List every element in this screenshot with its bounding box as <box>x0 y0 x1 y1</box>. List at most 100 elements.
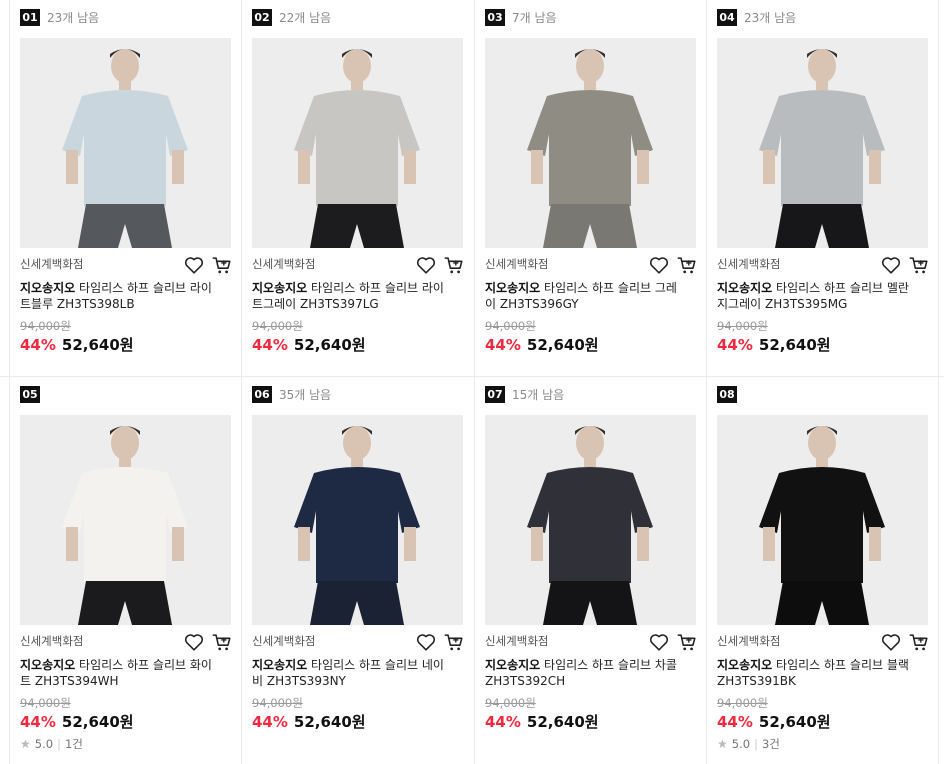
heart-icon[interactable] <box>880 254 902 276</box>
card-actions <box>880 631 930 653</box>
stock-remaining: 35개 남음 <box>279 388 332 402</box>
original-price: 94,000원 <box>252 696 303 710</box>
store-name: 신세계백화점 <box>485 634 549 648</box>
store-name: 신세계백화점 <box>485 257 549 271</box>
stock-remaining: 23개 남음 <box>744 11 797 25</box>
heart-icon[interactable] <box>415 631 437 653</box>
model-photo <box>20 415 231 625</box>
original-price: 94,000원 <box>485 696 536 710</box>
price-row: 44% 52,640원 <box>717 334 831 355</box>
model-photo <box>252 415 463 625</box>
store-name: 신세계백화점 <box>20 634 84 648</box>
model-photo <box>717 38 928 248</box>
rank-badge: 08 <box>717 386 737 403</box>
product-image[interactable] <box>717 38 928 248</box>
stock-remaining: 22개 남음 <box>279 11 332 25</box>
product-card[interactable]: 06 35개 남음 신세계백화점 지오송지오 타임리스 하프 슬리브 네이비 Z… <box>241 377 473 755</box>
discount-rate: 44% <box>20 713 56 731</box>
price-row: 44% 52,640원 <box>717 711 831 732</box>
heart-icon[interactable] <box>648 631 670 653</box>
brand-name: 지오송지오 <box>20 281 76 295</box>
product-grid: 01 23개 남음 신세계백화점 지오송지오 타임리스 하프 슬리브 라이트블루… <box>0 0 944 764</box>
discount-rate: 44% <box>717 336 753 354</box>
cart-icon[interactable] <box>211 254 233 276</box>
product-card[interactable]: 01 23개 남음 신세계백화점 지오송지오 타임리스 하프 슬리브 라이트블루… <box>9 0 241 378</box>
product-image[interactable] <box>485 415 696 625</box>
divider <box>938 0 939 764</box>
sale-price: 52,640원 <box>293 713 366 731</box>
product-image[interactable] <box>485 38 696 248</box>
discount-rate: 44% <box>252 713 288 731</box>
product-name[interactable]: 지오송지오 타임리스 하프 슬리브 멜란지그레이 ZH3TS395MG <box>717 280 917 312</box>
star-icon: ★ <box>717 737 728 751</box>
heart-icon[interactable] <box>183 631 205 653</box>
brand-name: 지오송지오 <box>20 658 76 672</box>
discount-rate: 44% <box>717 713 753 731</box>
product-name[interactable]: 지오송지오 타임리스 하프 슬리브 네이비 ZH3TS393NY <box>252 657 452 689</box>
rating-separator: | <box>57 737 61 751</box>
product-image[interactable] <box>252 415 463 625</box>
price-row: 44% 52,640원 <box>485 334 599 355</box>
product-card[interactable]: 02 22개 남음 신세계백화점 지오송지오 타임리스 하프 슬리브 라이트그레… <box>241 0 473 378</box>
cart-icon[interactable] <box>676 631 698 653</box>
product-image[interactable] <box>252 38 463 248</box>
store-name: 신세계백화점 <box>20 257 84 271</box>
original-price: 94,000원 <box>717 696 768 710</box>
rank-badge: 04 <box>717 9 737 26</box>
price-row: 44% 52,640원 <box>252 334 366 355</box>
heart-icon[interactable] <box>183 254 205 276</box>
star-icon: ★ <box>20 737 31 751</box>
cart-icon[interactable] <box>211 631 233 653</box>
rating-separator: | <box>754 737 758 751</box>
product-name[interactable]: 지오송지오 타임리스 하프 슬리브 차콜 ZH3TS392CH <box>485 657 685 689</box>
rank-badge: 07 <box>485 386 505 403</box>
product-image[interactable] <box>20 38 231 248</box>
product-image[interactable] <box>20 415 231 625</box>
product-name[interactable]: 지오송지오 타임리스 하프 슬리브 라이트블루 ZH3TS398LB <box>20 280 220 312</box>
card-actions <box>415 254 465 276</box>
store-name: 신세계백화점 <box>717 257 781 271</box>
product-card[interactable]: 04 23개 남음 신세계백화점 지오송지오 타임리스 하프 슬리브 멜란지그레… <box>706 0 938 378</box>
cart-icon[interactable] <box>908 631 930 653</box>
heart-icon[interactable] <box>880 631 902 653</box>
sale-price: 52,640원 <box>293 336 366 354</box>
stock-remaining: 7개 남음 <box>512 11 557 25</box>
rank-badge: 06 <box>252 386 272 403</box>
store-name: 신세계백화점 <box>252 257 316 271</box>
model-photo <box>485 415 696 625</box>
rating: ★ 5.0 | 1건 <box>20 736 83 752</box>
review-count: 1건 <box>64 737 83 751</box>
rating-score: 5.0 <box>731 737 751 751</box>
product-card[interactable]: 08 신세계백화점 지오송지오 타임리스 하프 슬리브 블랙 ZH3TS391B… <box>706 377 938 755</box>
product-name[interactable]: 지오송지오 타임리스 하프 슬리브 그레이 ZH3TS396GY <box>485 280 685 312</box>
model-photo <box>717 415 928 625</box>
model-photo <box>20 38 231 248</box>
original-price: 94,000원 <box>20 696 71 710</box>
cart-icon[interactable] <box>443 254 465 276</box>
rank-badge: 01 <box>20 9 40 26</box>
product-image[interactable] <box>717 415 928 625</box>
discount-rate: 44% <box>20 336 56 354</box>
cart-icon[interactable] <box>443 631 465 653</box>
stock-remaining: 15개 남음 <box>512 388 565 402</box>
product-name[interactable]: 지오송지오 타임리스 하프 슬리브 블랙 ZH3TS391BK <box>717 657 917 689</box>
card-actions <box>415 631 465 653</box>
sale-price: 52,640원 <box>758 336 831 354</box>
discount-rate: 44% <box>485 713 521 731</box>
product-card[interactable]: 05 신세계백화점 지오송지오 타임리스 하프 슬리브 화이트 ZH3TS394… <box>9 377 241 755</box>
price-row: 44% 52,640원 <box>20 334 134 355</box>
heart-icon[interactable] <box>415 254 437 276</box>
product-card[interactable]: 03 7개 남음 신세계백화점 지오송지오 타임리스 하프 슬리브 그레이 ZH… <box>474 0 706 378</box>
product-name[interactable]: 지오송지오 타임리스 하프 슬리브 화이트 ZH3TS394WH <box>20 657 220 689</box>
heart-icon[interactable] <box>648 254 670 276</box>
store-name: 신세계백화점 <box>252 634 316 648</box>
product-name[interactable]: 지오송지오 타임리스 하프 슬리브 라이트그레이 ZH3TS397LG <box>252 280 452 312</box>
brand-name: 지오송지오 <box>717 658 773 672</box>
original-price: 94,000원 <box>485 319 536 333</box>
brand-name: 지오송지오 <box>485 658 541 672</box>
cart-icon[interactable] <box>676 254 698 276</box>
brand-name: 지오송지오 <box>485 281 541 295</box>
cart-icon[interactable] <box>908 254 930 276</box>
product-card[interactable]: 07 15개 남음 신세계백화점 지오송지오 타임리스 하프 슬리브 차콜 ZH… <box>474 377 706 755</box>
brand-name: 지오송지오 <box>252 281 308 295</box>
